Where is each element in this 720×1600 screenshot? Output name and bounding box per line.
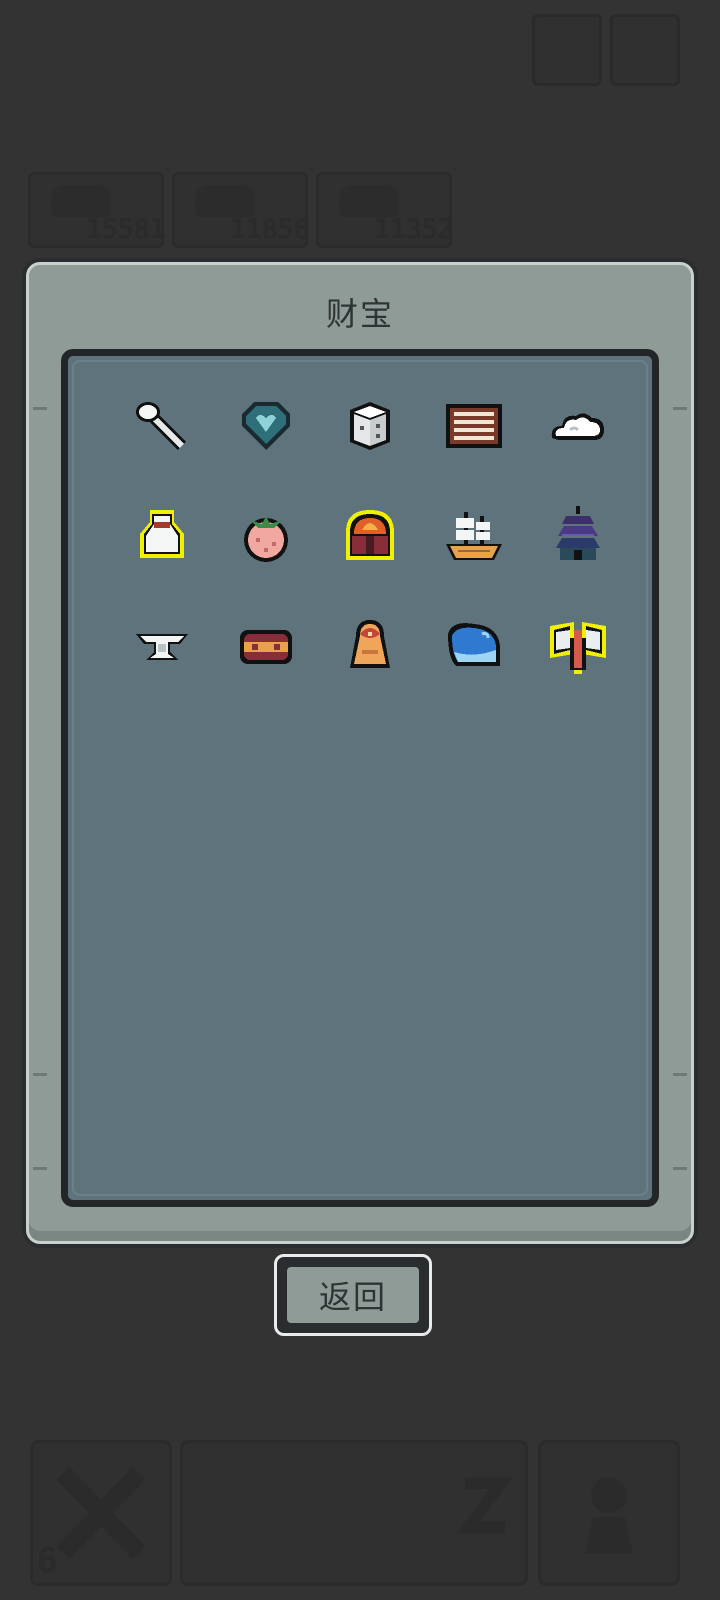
back-button[interactable]: 返回 (274, 1254, 432, 1336)
treasure-slot[interactable] (526, 396, 630, 456)
dice-icon (350, 402, 390, 450)
burger-icon (240, 630, 292, 664)
bottom-slot-middle (180, 1440, 528, 1586)
frame-notch (33, 407, 47, 410)
treasure-slot[interactable] (110, 506, 214, 566)
sleep-icon (457, 1477, 513, 1533)
abacus-icon (446, 404, 502, 448)
treasure-panel (61, 349, 659, 1207)
treasure-grid (110, 396, 630, 676)
treasure-slot[interactable] (110, 616, 214, 676)
background-button-right (610, 14, 680, 86)
frame-notch (33, 1167, 47, 1170)
treasure-slot[interactable] (526, 506, 630, 566)
treasure-slot[interactable] (526, 616, 630, 676)
ship-icon (446, 512, 502, 560)
back-button-label: 返回 (287, 1267, 419, 1323)
score-card-2: 11856 (172, 172, 310, 248)
frame-notch (673, 407, 687, 410)
treasure-slot[interactable] (214, 396, 318, 456)
bottom-slot-left: 6 (30, 1440, 172, 1586)
score-card-3: 11352 (316, 172, 454, 248)
anvil-icon (136, 634, 188, 660)
score-value: 15581 (85, 212, 166, 245)
treasure-slot[interactable] (214, 506, 318, 566)
inventory-count: 6 (37, 1541, 58, 1581)
pawn-icon (585, 1477, 633, 1553)
peach-icon (244, 516, 288, 562)
spoon-icon (136, 402, 187, 451)
bell-robe-icon (350, 620, 390, 668)
pagoda-icon (556, 506, 600, 560)
heart-gem-icon (242, 402, 290, 450)
bottom-slot-right (538, 1440, 680, 1586)
treasure-slot[interactable] (422, 396, 526, 456)
whale-icon (448, 623, 500, 666)
background-button-left (532, 14, 602, 86)
treasure-slot[interactable] (318, 616, 422, 676)
treasure-slot[interactable] (422, 616, 526, 676)
frame-notch (673, 1073, 687, 1076)
score-card-1: 15581 (28, 172, 166, 248)
vase-icon (140, 510, 184, 558)
score-value: 11856 (229, 212, 310, 245)
frame-notch (33, 1073, 47, 1076)
frame-notch (673, 1167, 687, 1170)
dialog-title: 财宝 (325, 295, 394, 333)
cloud-icon (551, 413, 604, 440)
treasure-slot[interactable] (318, 396, 422, 456)
treasure-slot[interactable] (318, 506, 422, 566)
battle-axe-icon (550, 622, 606, 674)
score-value: 11352 (373, 212, 454, 245)
treasure-slot[interactable] (422, 506, 526, 566)
treasure-slot[interactable] (214, 616, 318, 676)
treasure-dialog: 财宝 (26, 262, 694, 1244)
fire-chest-icon (346, 510, 394, 560)
treasure-slot[interactable] (110, 396, 214, 456)
